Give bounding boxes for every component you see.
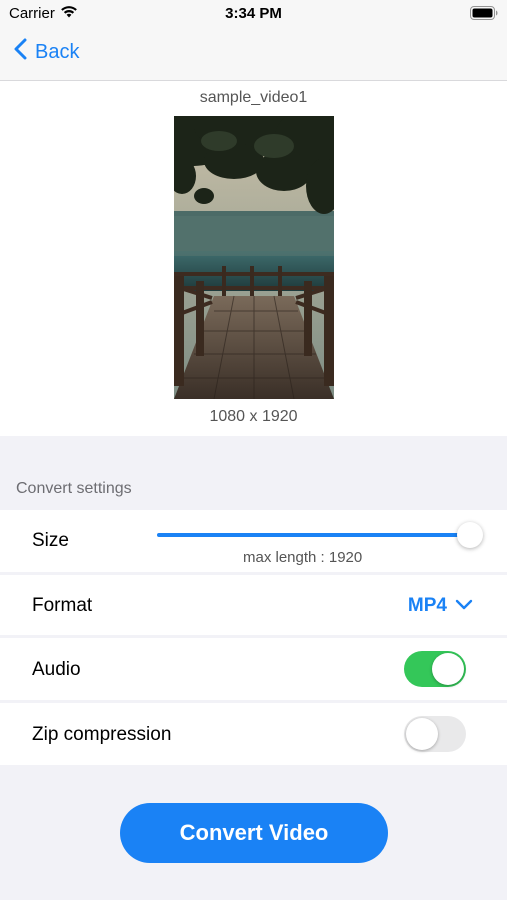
status-bar: Carrier 3:34 PM — [0, 0, 507, 28]
video-thumbnail — [174, 116, 334, 399]
format-row: Format MP4 — [0, 575, 507, 635]
zip-compression-label: Zip compression — [32, 724, 172, 745]
format-picker[interactable]: MP4 — [408, 595, 473, 617]
navigation-bar: Back — [0, 28, 507, 81]
video-name: sample_video1 — [199, 89, 308, 106]
format-value: MP4 — [407, 595, 447, 616]
size-max-length-caption: max length : 1920 — [243, 549, 363, 566]
zip-compression-row: Zip compression — [0, 703, 507, 765]
audio-toggle[interactable] — [404, 651, 466, 687]
size-row: Size max length : 1920 — [0, 510, 507, 572]
back-button[interactable]: Back — [14, 38, 79, 66]
zip-compression-toggle[interactable] — [404, 716, 466, 752]
size-label: Size — [32, 530, 69, 551]
convert-settings-header: Convert settings — [16, 480, 132, 497]
video-resolution: 1080 x 1920 — [209, 408, 298, 425]
video-preview-panel: sample_video1 1080 x 1920 — [0, 81, 507, 436]
zip-compression-toggle-knob — [406, 718, 438, 750]
audio-label: Audio — [32, 659, 81, 680]
format-label: Format — [32, 595, 93, 616]
battery-icon — [470, 6, 498, 25]
size-slider-track[interactable] — [157, 533, 470, 537]
convert-video-button[interactable]: Convert Video — [120, 803, 388, 863]
size-slider-thumb[interactable] — [457, 522, 483, 548]
chevron-left-icon — [14, 38, 35, 66]
chevron-down-icon — [447, 595, 473, 617]
audio-toggle-knob — [432, 653, 464, 685]
status-time: 3:34 PM — [225, 5, 282, 22]
audio-row: Audio — [0, 638, 507, 700]
back-label: Back — [35, 40, 80, 63]
